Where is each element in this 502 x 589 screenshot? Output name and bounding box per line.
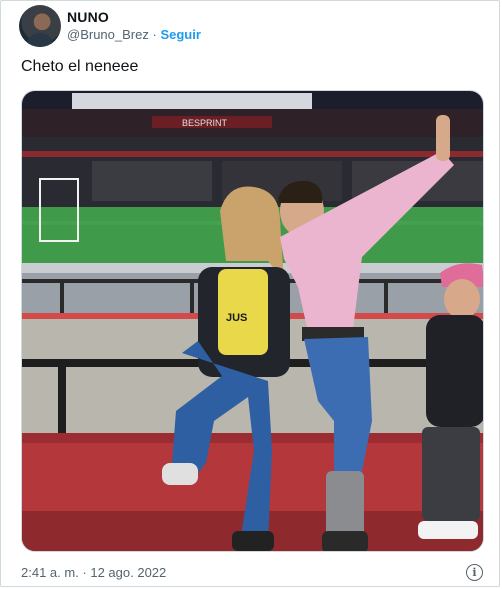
tweet-card: NUNO @Bruno_Brez · Seguir Cheto el nenee…	[0, 0, 500, 587]
info-icon[interactable]: i	[466, 563, 483, 581]
user-avatar[interactable]	[19, 5, 61, 47]
handle-separator: ·	[152, 27, 157, 42]
photo-scene: BESPRINT JUS	[22, 91, 483, 551]
tweet-header: NUNO @Bruno_Brez · Seguir	[19, 4, 201, 48]
handle-line: @Bruno_Brez · Seguir	[67, 26, 201, 43]
shirt-text: JUS	[226, 312, 247, 324]
tweet-photo[interactable]: BESPRINT JUS	[21, 90, 484, 552]
tweet-text: Cheto el neneee	[21, 58, 139, 75]
tweet-footer: 2:41 a. m. · 12 ago. 2022 i	[21, 563, 483, 581]
follow-button[interactable]: Seguir	[160, 27, 200, 42]
user-names: NUNO @Bruno_Brez · Seguir	[67, 9, 201, 43]
display-name[interactable]: NUNO	[67, 9, 201, 26]
banner-text: BESPRINT	[182, 118, 228, 128]
tweet-timestamp[interactable]: 2:41 a. m. · 12 ago. 2022	[21, 565, 166, 580]
user-handle[interactable]: @Bruno_Brez	[67, 27, 149, 42]
